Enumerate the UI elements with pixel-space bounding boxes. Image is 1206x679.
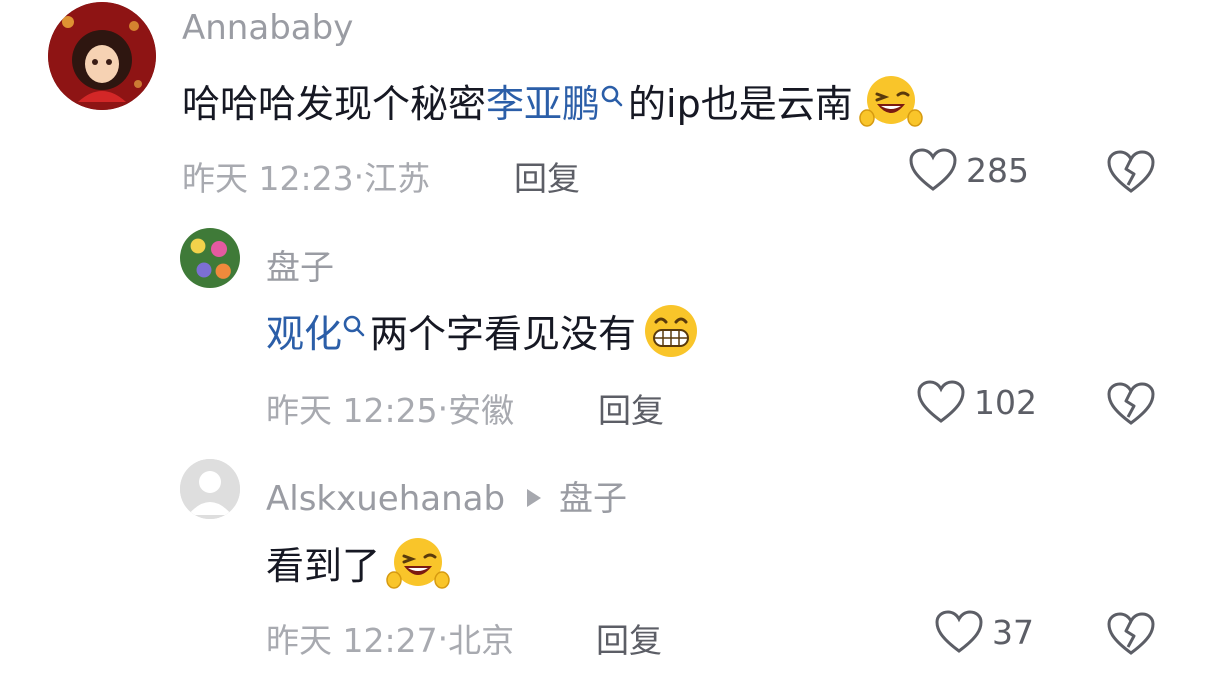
like-button[interactable]: 37 <box>934 609 1034 655</box>
comment-time: 昨天 12:25 <box>266 391 438 430</box>
like-button[interactable]: 102 <box>916 379 1037 425</box>
comment-location: 北京 <box>448 621 515 660</box>
comment-keyword-link[interactable]: 观化 <box>266 303 342 358</box>
like-button[interactable]: 285 <box>908 147 1029 193</box>
comment-meta: 昨天 12:25 · 安徽 <box>266 384 514 432</box>
comment-location: 安徽 <box>448 391 515 430</box>
comment-username[interactable]: Annababy <box>182 8 353 48</box>
comment-username[interactable]: 盘子 <box>266 240 334 289</box>
meta-separator: · <box>353 156 365 196</box>
laughing-wink-emoji-icon <box>858 72 923 128</box>
comment-username[interactable]: Alskxuehanab <box>266 479 505 519</box>
reply-button[interactable]: 回复 <box>514 152 580 200</box>
search-mini-icon <box>600 77 624 107</box>
broken-heart-icon <box>1107 150 1155 193</box>
comment-text: 哈哈哈发现个秘密 李亚鹏 的ip也是云南 <box>182 72 923 128</box>
like-count: 102 <box>974 382 1037 422</box>
avatar[interactable] <box>180 228 240 288</box>
comment-text: 看到了 <box>266 534 450 590</box>
heart-outline-icon <box>917 380 965 423</box>
avatar[interactable] <box>180 459 240 519</box>
avatar-image <box>48 2 156 110</box>
avatar[interactable] <box>48 2 156 110</box>
comment-time: 昨天 12:27 <box>266 621 438 660</box>
laughing-wink-emoji-icon <box>386 534 450 590</box>
meta-separator: · <box>437 618 449 658</box>
reply-to-username[interactable]: 盘子 <box>559 479 627 519</box>
like-count: 285 <box>966 150 1029 190</box>
comment-text-after: 两个字看见没有 <box>370 311 637 356</box>
comment-text-after: 的ip也是云南 <box>628 81 853 126</box>
reply-arrow-icon <box>527 488 542 507</box>
grinning-emoji-icon <box>642 302 698 358</box>
search-mini-icon <box>342 307 366 337</box>
dislike-button[interactable] <box>1106 381 1156 431</box>
comment-keyword-link[interactable]: 李亚鹏 <box>486 73 600 128</box>
broken-heart-icon <box>1107 382 1155 425</box>
comment-meta: 昨天 12:23 · 江苏 <box>182 152 430 200</box>
reply-button[interactable]: 回复 <box>596 614 662 662</box>
meta-separator: · <box>437 388 449 428</box>
comment-text-plain: 哈哈哈发现个秘密 <box>182 81 487 126</box>
dislike-button[interactable] <box>1106 611 1156 661</box>
comment-text: 观化 两个字看见没有 <box>266 302 698 358</box>
broken-heart-icon <box>1107 612 1155 655</box>
comment-time: 昨天 12:23 <box>182 159 354 198</box>
heart-outline-icon <box>935 610 983 653</box>
default-avatar-icon <box>180 459 240 519</box>
reply-button[interactable]: 回复 <box>598 384 664 432</box>
heart-outline-icon <box>909 148 957 191</box>
comment-username-line: Alskxuehanab 盘子 <box>266 471 627 520</box>
comment-meta: 昨天 12:27 · 北京 <box>266 614 514 662</box>
comment-location: 江苏 <box>364 159 431 198</box>
dislike-button[interactable] <box>1106 149 1156 199</box>
comment-text-plain: 看到了 <box>266 543 381 588</box>
like-count: 37 <box>992 612 1034 652</box>
